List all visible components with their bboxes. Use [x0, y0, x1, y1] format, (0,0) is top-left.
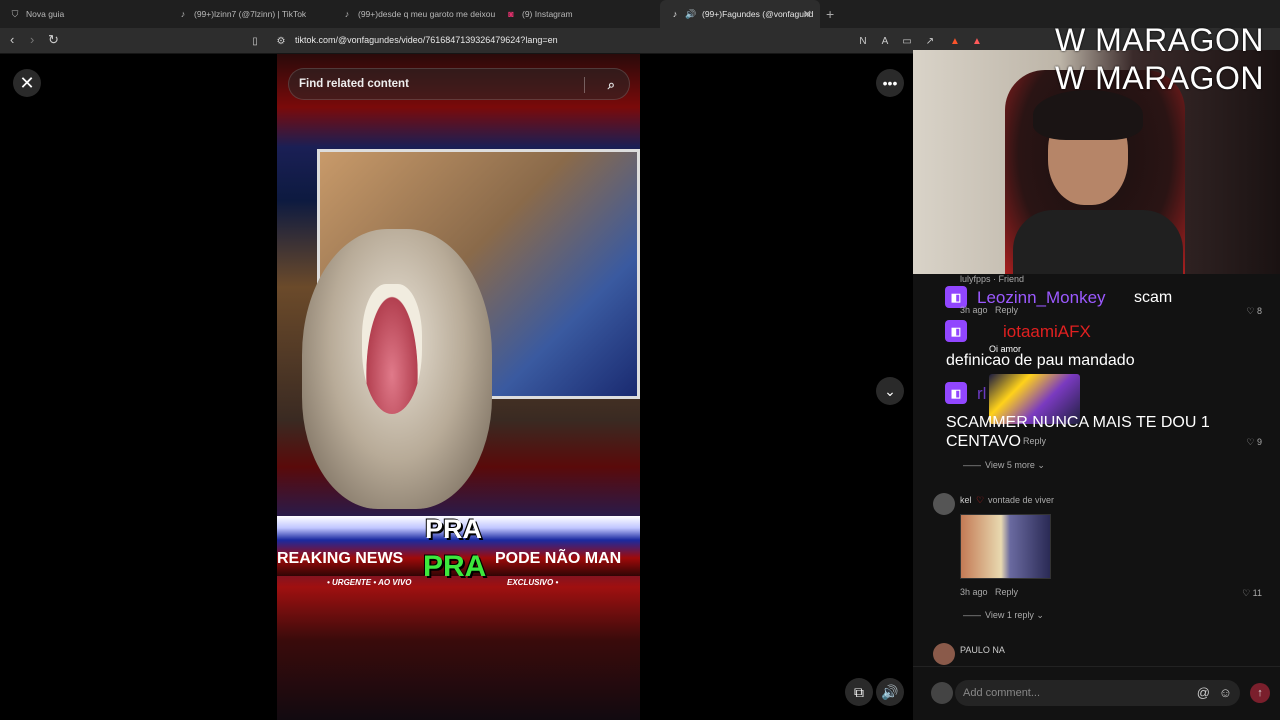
view-reply-label: View 1 reply — [985, 610, 1034, 620]
ticker-left: REAKING NEWS — [277, 550, 404, 567]
send-button[interactable]: ↑ — [1250, 683, 1270, 703]
view-more-label: View 5 more — [985, 460, 1035, 470]
comment-composer: Add comment... @ ☺ ↑ — [913, 666, 1280, 720]
avatar — [931, 682, 953, 704]
watermark-line-2: W MARAGON — [1055, 60, 1264, 96]
site-info-icon[interactable]: ⚙ — [274, 34, 288, 48]
tiktok-icon: ♪ — [180, 9, 186, 19]
comment-user[interactable]: PAULO NA — [960, 645, 1005, 655]
divider-line: —— — [963, 610, 981, 620]
view-more-button[interactable]: View 5 more ⌄ — [985, 460, 1045, 471]
caption-pra-green: PRA — [423, 550, 487, 583]
reload-icon[interactable]: ↻ — [48, 32, 59, 48]
tiktok-icon: ♪ — [672, 9, 678, 19]
chat-message: SCAMMER NUNCA MAIS TE DOU 1 CENTAVO — [946, 414, 1210, 450]
no-translate-icon[interactable]: N — [856, 34, 870, 48]
watermark-line-1: W MARAGON — [1055, 22, 1264, 58]
add-comment-placeholder: Add comment... — [963, 687, 1041, 699]
tiktok-icon: ♪ — [344, 9, 350, 19]
owl-beak — [362, 284, 422, 414]
chat-message: scam — [1134, 289, 1173, 306]
streamer-hair — [1033, 90, 1143, 140]
reply-button[interactable]: Reply — [1023, 436, 1046, 446]
ticker-sub-right: EXCLUSIVO • — [507, 578, 559, 587]
comment-user[interactable]: kel — [960, 495, 972, 505]
like-count[interactable]: ♡ 9 — [1246, 437, 1262, 448]
new-tab-button[interactable]: + — [826, 6, 834, 22]
comment-time: 3h ago — [960, 587, 988, 597]
more-options-icon[interactable]: ••• — [876, 69, 904, 97]
search-icon[interactable]: ⌕ — [608, 77, 615, 93]
avatar[interactable] — [933, 643, 955, 665]
like-number: 8 — [1256, 306, 1262, 316]
chat-username: rl — [977, 384, 987, 403]
tab-title: (99+)Fagundes (@vonfagund — [702, 9, 814, 19]
tab-title: (99+)desde q meu garoto me deixou — [358, 9, 496, 19]
chevron-down-icon[interactable]: ⌄ — [876, 377, 904, 405]
twitch-icon: ◧ — [945, 320, 967, 342]
search-input[interactable]: Find related content ⌕ — [288, 68, 630, 100]
tab-fagundes[interactable]: ♪ 🔊 (99+)Fagundes (@vonfagund ✕ — [660, 0, 820, 28]
chat-username: iotaamiAFX — [1003, 322, 1091, 341]
ticker-right: PODE NÃO MAN — [495, 550, 622, 567]
volume-icon[interactable]: 🔊 — [876, 678, 904, 706]
comment-user[interactable]: lulyfpps · Friend — [960, 274, 1024, 284]
close-icon[interactable]: ✕ — [13, 69, 41, 97]
pip-icon[interactable]: ⧉ — [845, 678, 873, 706]
rewards-icon[interactable]: ▲ — [970, 34, 984, 48]
brave-shield-icon[interactable]: ▲ — [948, 34, 962, 48]
forward-icon[interactable]: › — [30, 32, 34, 47]
tab-instagram[interactable]: ◙ (9) Instagram — [496, 0, 660, 28]
search-placeholder: Find related content — [299, 78, 409, 90]
like-count[interactable]: ♡ 11 — [1242, 588, 1262, 599]
like-number: 11 — [1252, 588, 1262, 598]
chat-message: definicao de pau mandado — [946, 352, 1135, 369]
view-reply-button[interactable]: View 1 reply ⌄ — [985, 610, 1044, 621]
tab-tiktok-lzinn[interactable]: ♪ (99+)lzinn7 (@7lzinn) | TikTok — [168, 0, 332, 28]
share-icon[interactable]: ↗ — [923, 34, 937, 48]
shield-icon: ⛉ — [11, 8, 19, 19]
tab-tiktok-desde[interactable]: ♪ (99+)desde q meu garoto me deixou — [332, 0, 496, 28]
divider-line: —— — [963, 460, 981, 470]
twitch-icon: ◧ — [945, 382, 967, 404]
instagram-icon: ◙ — [508, 9, 514, 19]
search-divider — [584, 77, 585, 93]
back-icon[interactable]: ‹ — [10, 32, 14, 47]
video-stage: ✕ Find related content ⌕ PRA REAKING NEW… — [0, 54, 913, 720]
comments-panel: lulyfpps · Friend ◧ Leozinn_Monkey scam … — [913, 274, 1280, 666]
bookmark-icon[interactable]: ▯ — [248, 34, 262, 48]
avatar[interactable] — [933, 493, 955, 515]
caption-pra-white: PRA — [425, 514, 483, 544]
comment-text: vontade de viver — [988, 495, 1055, 505]
comment-time: 3h ago — [960, 305, 988, 315]
speaker-icon: 🔊 — [685, 8, 697, 19]
tab-title: (99+)lzinn7 (@7lzinn) | TikTok — [194, 9, 307, 19]
reply-button[interactable]: Reply — [995, 305, 1018, 315]
tab-title: Nova guia — [26, 9, 65, 19]
url-field[interactable]: tiktok.com/@vonfagundes/video/7616847139… — [295, 35, 558, 45]
ticker-sub-left: • URGENTE • AO VIVO — [327, 578, 412, 587]
heart-icon: ♡ — [976, 495, 985, 505]
comment-image[interactable] — [960, 514, 1051, 579]
streamer-body — [1013, 210, 1183, 274]
mention-icon[interactable]: @ — [1197, 685, 1210, 700]
reply-button[interactable]: Reply — [995, 587, 1018, 597]
emoji-icon[interactable]: ☺ — [1219, 685, 1232, 700]
add-comment-input[interactable]: Add comment... @ ☺ — [955, 680, 1240, 706]
like-count[interactable]: ♡ 8 — [1246, 306, 1262, 317]
like-number: 9 — [1256, 437, 1262, 447]
video-player[interactable]: Find related content ⌕ PRA REAKING NEWS … — [277, 54, 640, 720]
translate-icon[interactable]: A — [878, 34, 892, 48]
close-tab-icon[interactable]: ✕ — [803, 8, 812, 21]
cast-icon[interactable]: ▭ — [900, 34, 914, 48]
tab-title: (9) Instagram — [522, 9, 573, 19]
tab-nova-guia[interactable]: ⛉ Nova guia — [0, 0, 168, 28]
